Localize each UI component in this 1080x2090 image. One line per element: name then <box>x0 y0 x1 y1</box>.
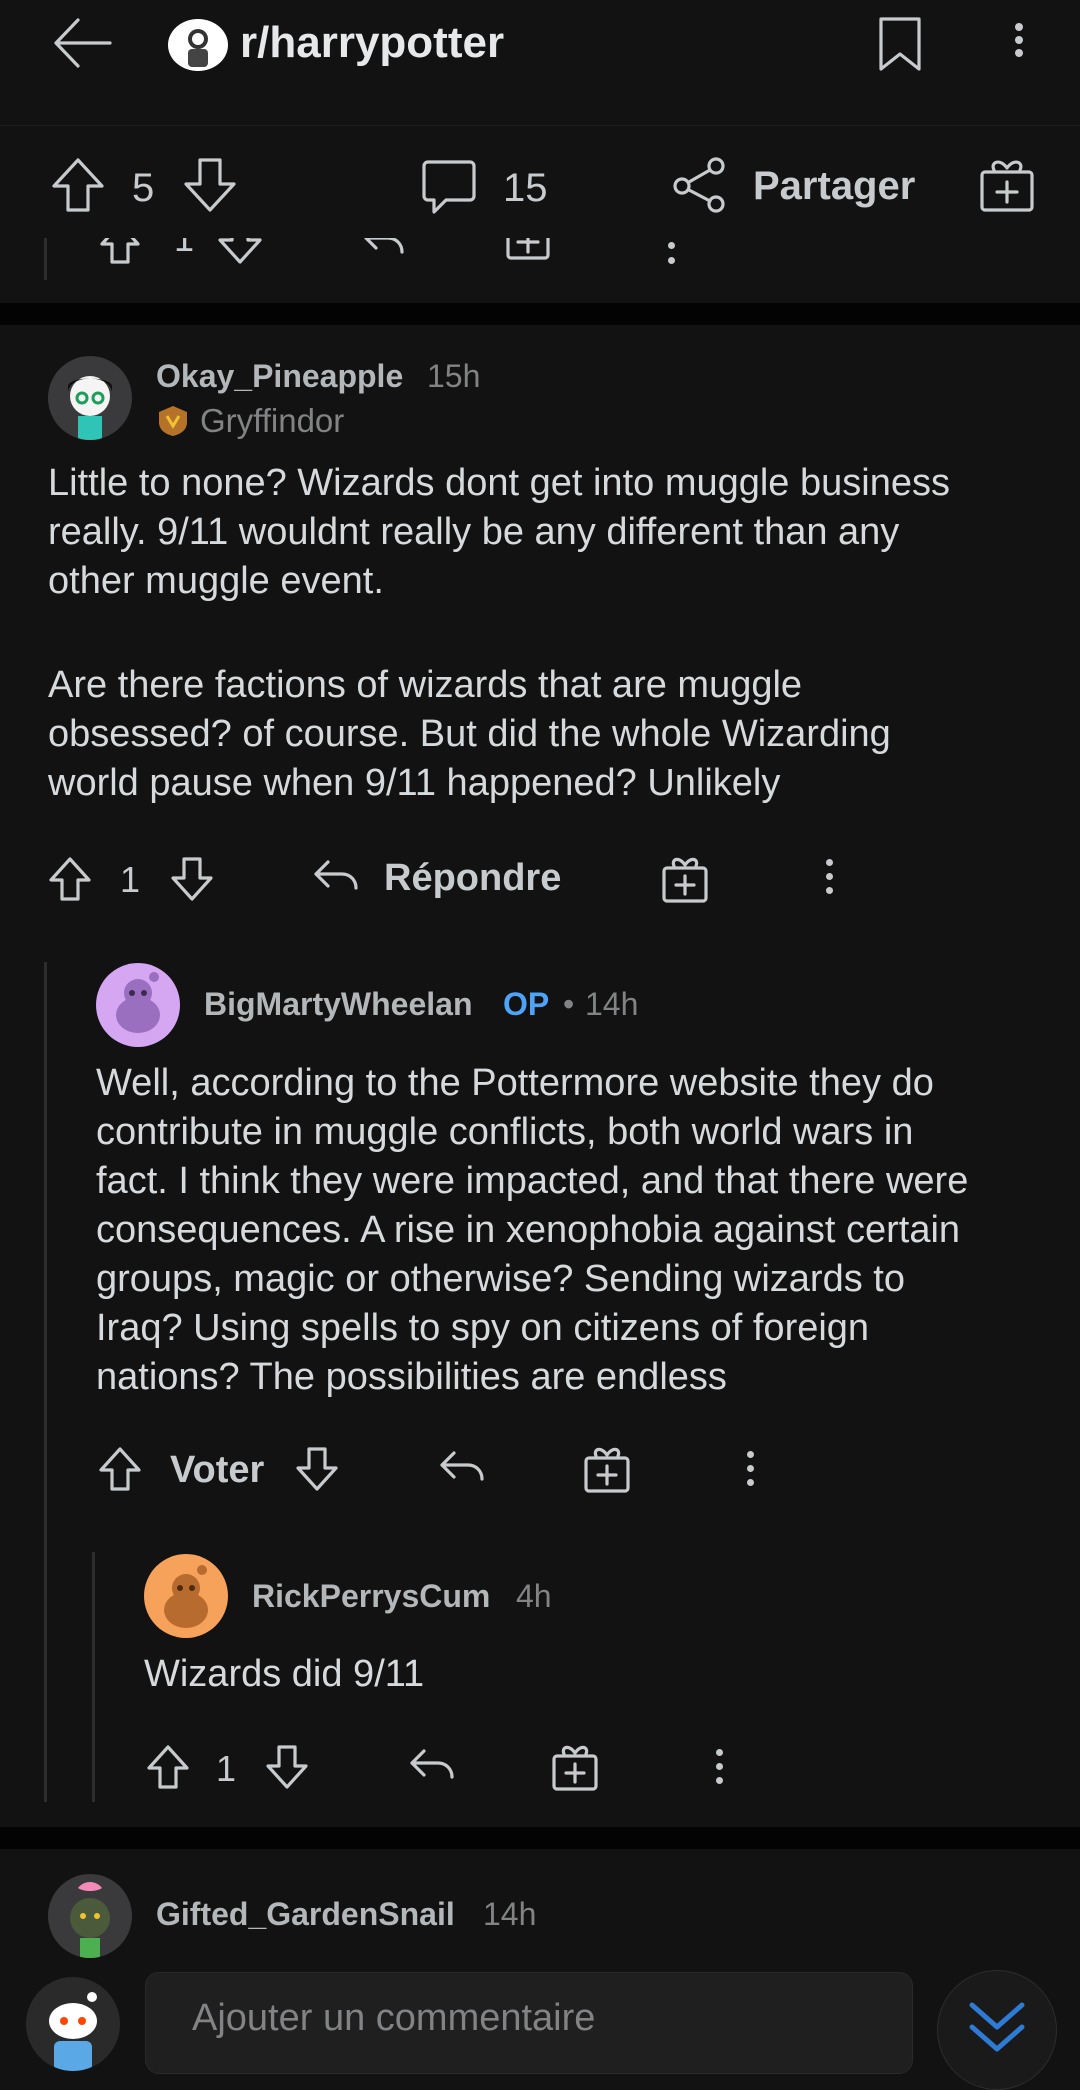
comment-line: Well, according to the Pottermore websit… <box>96 1062 934 1104</box>
previous-comment-score: 1 <box>174 238 195 259</box>
comment-author[interactable]: Okay_Pineapple <box>156 358 403 395</box>
reply-icon[interactable] <box>312 858 362 898</box>
user-avatar[interactable] <box>26 1977 120 2071</box>
gryffindor-flair-icon <box>156 404 190 438</box>
downvote-icon[interactable] <box>182 156 238 214</box>
share-icon[interactable] <box>672 156 728 214</box>
comment-line: groups, magic or otherwise? Sending wiza… <box>96 1258 905 1300</box>
comment-line: other muggle event. <box>48 560 384 602</box>
comment-line: Are there factions of wizards that are m… <box>48 664 803 706</box>
reply-icon[interactable] <box>362 238 406 260</box>
upvote-icon[interactable] <box>48 856 92 902</box>
comment-input-placeholder: Ajouter un commentaire <box>192 1997 596 2039</box>
more-options-icon[interactable] <box>747 1451 754 1486</box>
comment-count: 15 <box>503 166 548 210</box>
award-icon[interactable] <box>551 1744 599 1792</box>
share-button[interactable]: Partager <box>753 164 915 209</box>
scroll-down-button[interactable] <box>937 1970 1057 2090</box>
upvote-icon[interactable] <box>100 238 140 266</box>
comment-author[interactable]: BigMartyWheelan <box>204 986 472 1023</box>
double-chevron-down-icon <box>969 2002 1025 2052</box>
previous-comment-actions: 1 <box>0 238 1080 286</box>
comment-time: 4h <box>516 1578 552 1614</box>
comment-line: Iraq? Using spells to spy on citizens of… <box>96 1307 870 1349</box>
comment-line: contribute in muggle conflicts, both wor… <box>96 1111 914 1153</box>
thread-line[interactable] <box>92 1552 95 1802</box>
reply-button[interactable]: Répondre <box>384 857 561 900</box>
comment-line: fact. I think they were impacted, and th… <box>96 1160 969 1202</box>
more-options-icon[interactable] <box>1015 18 1023 62</box>
comment-body: Wizards did 9/11 <box>144 1653 425 1695</box>
more-options-icon[interactable] <box>716 1749 723 1784</box>
award-icon[interactable] <box>504 238 552 264</box>
upvote-icon[interactable] <box>50 156 106 214</box>
comment-time: 15h <box>427 358 481 394</box>
award-icon[interactable] <box>661 856 709 904</box>
comment-line: consequences. A rise in xenophobia again… <box>96 1209 961 1251</box>
reply-icon[interactable] <box>438 1449 488 1489</box>
comment-input[interactable]: Ajouter un commentaire <box>145 1972 913 2074</box>
separator <box>0 1827 1080 1849</box>
downvote-icon[interactable] <box>170 856 214 902</box>
upvote-icon[interactable] <box>146 1744 190 1790</box>
downvote-icon[interactable] <box>218 238 262 266</box>
comment-line: world pause when 9/11 happened? Unlikely <box>48 762 781 804</box>
comment-score: 1 <box>120 859 141 900</box>
avatar[interactable] <box>48 356 132 440</box>
user-flair: Gryffindor <box>200 402 345 439</box>
comment-line: Little to none? Wizards dont get into mu… <box>48 462 950 504</box>
dot-separator: • <box>563 986 575 1022</box>
avatar[interactable] <box>96 963 180 1047</box>
more-options-icon[interactable] <box>668 242 676 272</box>
comment-body: Well, according to the Pottermore websit… <box>96 1059 1066 1402</box>
more-options-icon[interactable] <box>826 859 833 894</box>
comment-author[interactable]: RickPerrysCum <box>252 1578 490 1615</box>
award-icon[interactable] <box>978 156 1036 214</box>
subreddit-avatar[interactable] <box>168 19 228 71</box>
post-score: 5 <box>132 166 155 210</box>
back-arrow-icon[interactable] <box>50 14 116 72</box>
comment-line: obsessed? of course. But did the whole W… <box>48 713 891 755</box>
avatar[interactable] <box>48 1874 132 1958</box>
comment-time: 14h <box>483 1896 537 1932</box>
thread-line[interactable] <box>44 962 47 1802</box>
separator <box>0 303 1080 325</box>
comment-time: 14h <box>585 986 639 1022</box>
bookmark-icon[interactable] <box>876 14 924 74</box>
vote-label[interactable]: Voter <box>170 1449 264 1492</box>
comment-line: nations? The possibilities are endless <box>96 1356 727 1398</box>
comment-author[interactable]: Gifted_GardenSnail <box>156 1896 455 1933</box>
upvote-icon[interactable] <box>98 1446 142 1492</box>
downvote-icon[interactable] <box>295 1446 339 1492</box>
comment-line: really. 9/11 wouldnt really be any diffe… <box>48 511 900 553</box>
comment-body: Little to none? Wizards dont get into mu… <box>48 459 1058 808</box>
subreddit-name[interactable]: r/harrypotter <box>240 18 504 68</box>
post-action-bar: 5 15 Partager <box>0 126 1080 238</box>
reply-icon[interactable] <box>408 1747 458 1787</box>
downvote-icon[interactable] <box>265 1744 309 1790</box>
award-icon[interactable] <box>583 1446 631 1494</box>
op-badge: OP <box>503 986 550 1022</box>
avatar[interactable] <box>144 1554 228 1638</box>
comments-icon[interactable] <box>420 158 478 216</box>
top-bar: r/harrypotter <box>0 0 1080 126</box>
comment-score: 1 <box>216 1748 237 1789</box>
comment-composer-bar: Ajouter un commentaire <box>0 1962 1080 2090</box>
